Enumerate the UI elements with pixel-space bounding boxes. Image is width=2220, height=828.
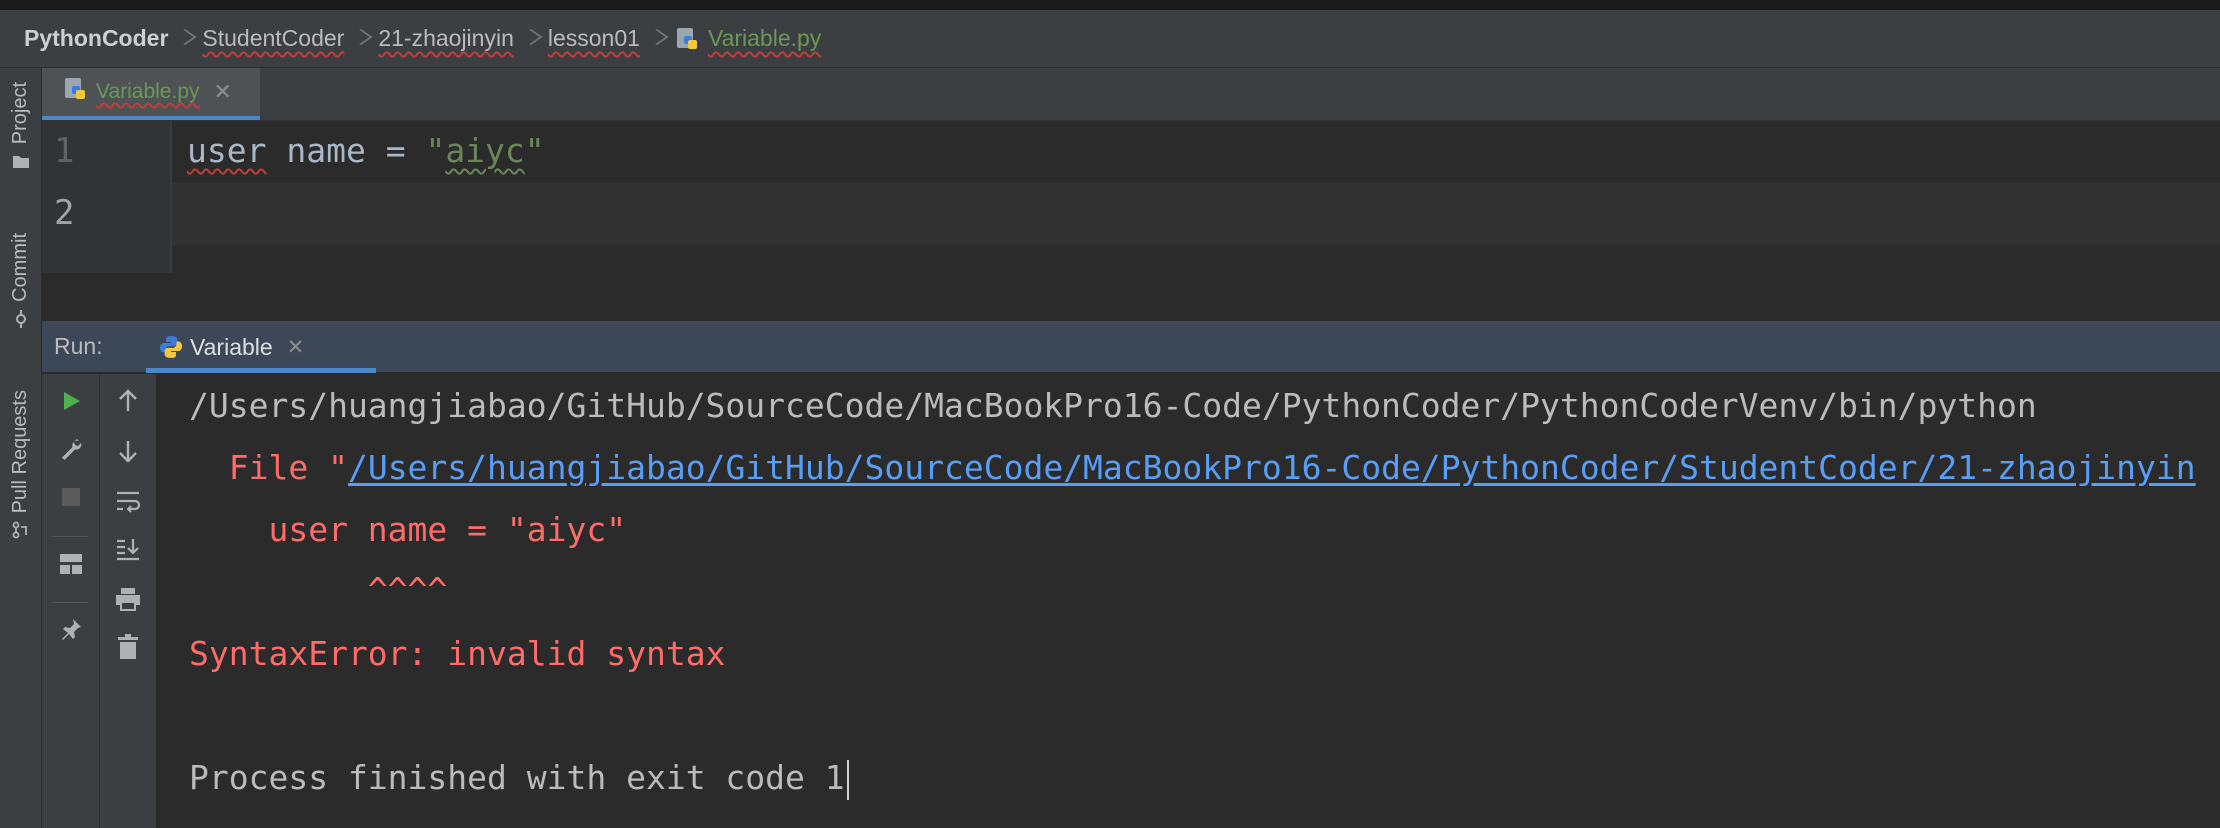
breadcrumb-project[interactable]: PythonCoder xyxy=(24,25,168,52)
arrow-up-icon xyxy=(117,388,139,418)
project-tool-tab[interactable]: Project xyxy=(0,82,41,170)
folder-icon xyxy=(12,152,30,170)
stop-button[interactable] xyxy=(54,482,88,516)
restore-layout-button[interactable] xyxy=(54,549,88,583)
commit-tool-tab[interactable]: Commit xyxy=(0,233,41,328)
print-button[interactable] xyxy=(111,584,145,618)
layout-icon xyxy=(59,553,83,580)
printer-icon xyxy=(115,587,141,616)
pin-icon xyxy=(59,617,83,646)
play-icon xyxy=(60,390,82,417)
breadcrumb-item-file[interactable]: Variable.py xyxy=(674,25,821,52)
close-icon[interactable]: ✕ xyxy=(287,335,305,360)
text-caret xyxy=(846,759,849,800)
console-caret-line: ^^^^ xyxy=(189,570,448,609)
arrow-down-icon xyxy=(117,439,139,468)
scroll-to-end-icon xyxy=(115,537,141,566)
wrench-icon xyxy=(59,437,83,466)
chevron-right-icon xyxy=(650,26,664,52)
run-toolbar-secondary xyxy=(100,374,157,828)
rerun-button[interactable] xyxy=(54,386,88,420)
close-icon[interactable]: ✕ xyxy=(214,79,232,105)
breadcrumb-item-lesson[interactable]: lesson01 xyxy=(548,25,640,52)
tab-variable-py[interactable]: Variable.py ✕ xyxy=(42,68,260,120)
soft-wrap-icon xyxy=(115,489,141,518)
clear-all-button[interactable] xyxy=(111,632,145,666)
console-traceback-file-line: File "/Users/huangjiabao/GitHub/SourceCo… xyxy=(189,448,2196,487)
python-file-icon xyxy=(674,26,700,52)
pull-request-icon xyxy=(12,521,30,539)
run-console[interactable]: /Users/huangjiabao/GitHub/SourceCode/Mac… xyxy=(157,374,2220,828)
run-label: Run: xyxy=(54,333,103,359)
up-stack-button[interactable] xyxy=(111,386,145,420)
line-number-gutter: 1 2 xyxy=(42,121,172,273)
line-number: 1 xyxy=(54,131,75,171)
scroll-to-end-button[interactable] xyxy=(111,534,145,568)
breadcrumb: PythonCoder StudentCoder 21-zhaojinyin l… xyxy=(0,10,2220,68)
code-line-1[interactable]: user name = "aiyc" xyxy=(187,131,545,170)
pull-requests-tool-tab[interactable]: Pull Requests xyxy=(0,390,41,539)
trash-icon xyxy=(117,633,139,665)
pin-tab-button[interactable] xyxy=(54,614,88,648)
commit-icon xyxy=(12,309,30,328)
python-icon xyxy=(158,334,184,366)
console-file-link[interactable]: /Users/huangjiabao/GitHub/SourceCode/Mac… xyxy=(348,448,2196,487)
left-tool-strip: Project Commit Pull Requests xyxy=(0,68,42,828)
run-tool-header: Run: Variable ✕ xyxy=(42,321,2220,373)
chevron-right-icon xyxy=(524,26,538,52)
console-exit-line: Process finished with exit code 1 xyxy=(189,758,849,800)
soft-wrap-button[interactable] xyxy=(111,486,145,520)
down-stack-button[interactable] xyxy=(111,436,145,470)
console-command-line: /Users/huangjiabao/GitHub/SourceCode/Mac… xyxy=(189,386,2037,425)
code-editor[interactable]: 1 2 user name = "aiyc" xyxy=(42,121,2220,321)
editor-tab-bar: Variable.py ✕ xyxy=(42,68,2220,121)
python-file-icon xyxy=(62,76,88,108)
run-toolbar-primary xyxy=(42,374,100,828)
chevron-right-icon xyxy=(178,26,192,52)
breadcrumb-item-studentcoder[interactable]: StudentCoder xyxy=(202,25,344,52)
window-top-strip xyxy=(0,0,2220,10)
line-number: 2 xyxy=(54,193,75,233)
chevron-right-icon xyxy=(354,26,368,52)
run-tab-variable[interactable]: Variable ✕ xyxy=(146,321,376,373)
edit-configuration-button[interactable] xyxy=(54,434,88,468)
console-code-line: user name = "aiyc" xyxy=(189,510,627,549)
console-error-line: SyntaxError: invalid syntax xyxy=(189,634,726,673)
breadcrumb-item-folder[interactable]: 21-zhaojinyin xyxy=(378,25,514,52)
stop-icon xyxy=(61,487,81,512)
